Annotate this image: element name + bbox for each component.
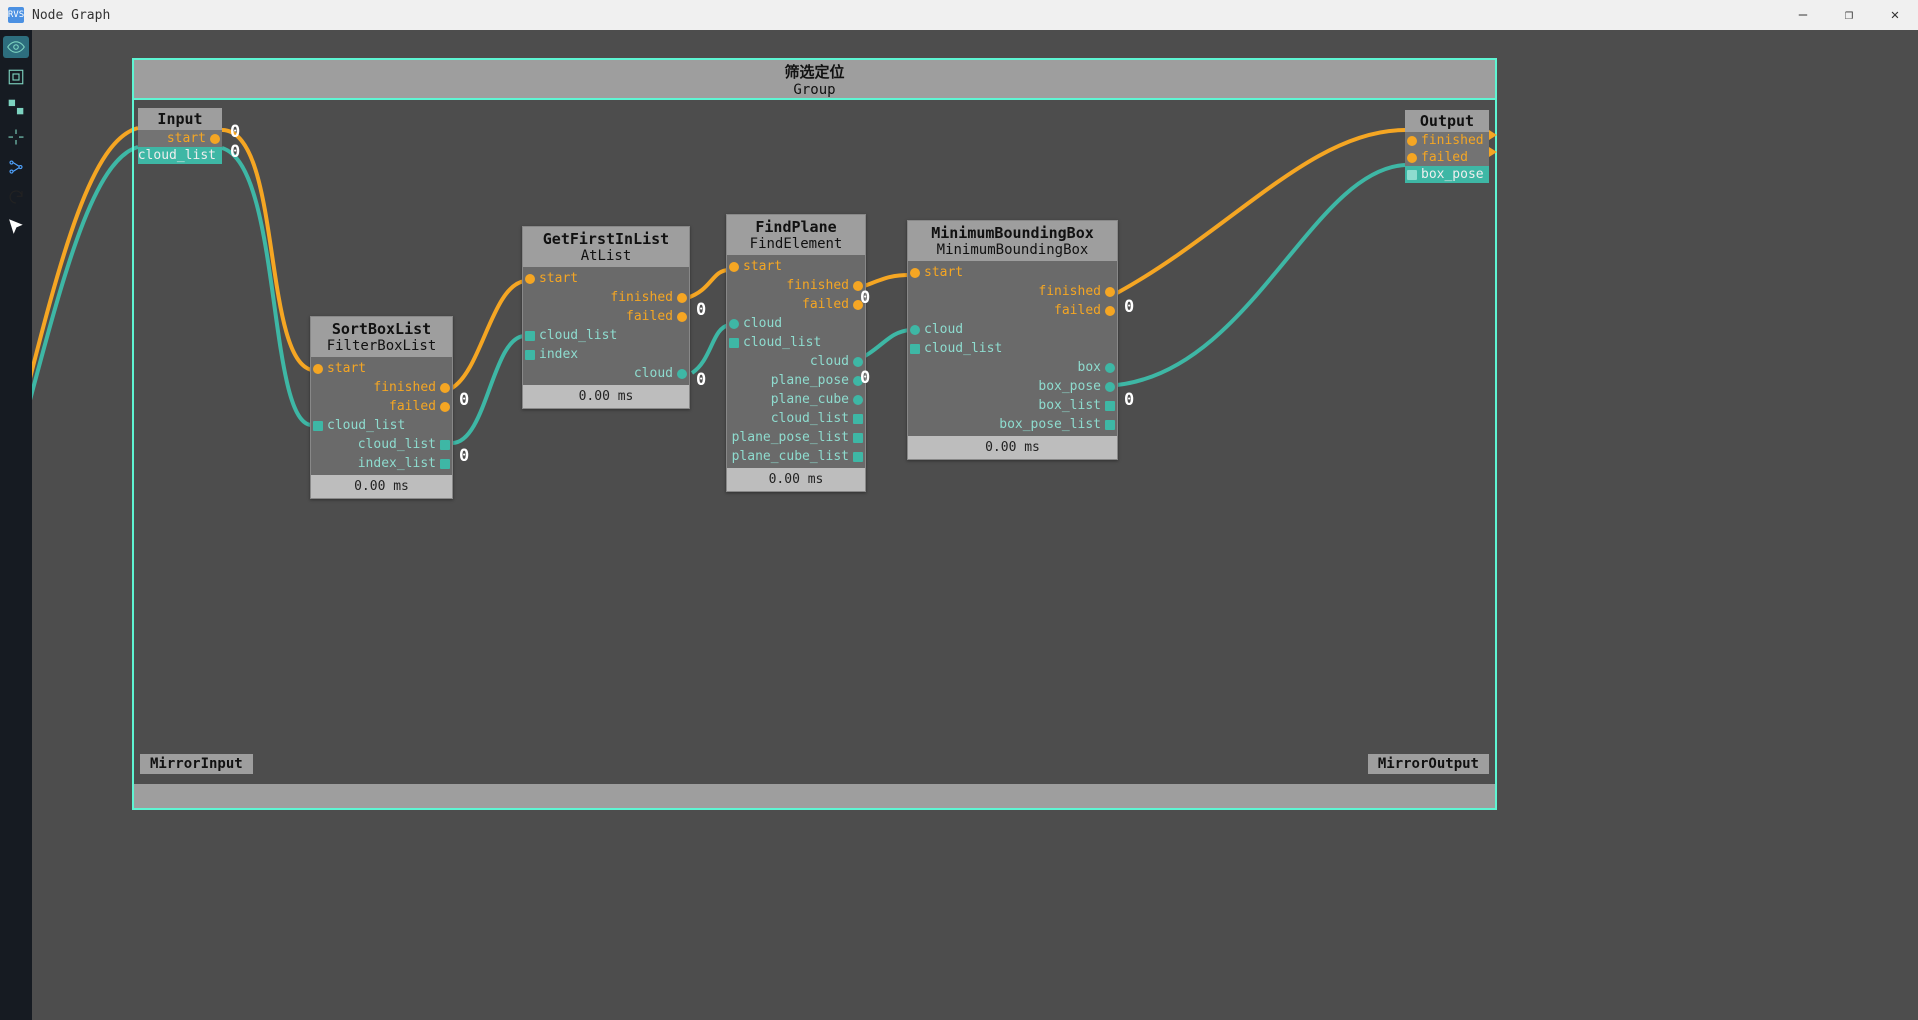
node-canvas[interactable]: 筛选定位 Group MirrorInput MirrorOutput Inpu… bbox=[32, 30, 1918, 1020]
node-subtitle: FindElement bbox=[735, 236, 857, 252]
group-subtitle: Group bbox=[793, 82, 835, 98]
node-subtitle: AtList bbox=[531, 248, 681, 264]
port-failed[interactable]: failed bbox=[727, 295, 865, 314]
port-box-pose-list[interactable]: box_pose_list bbox=[908, 415, 1117, 434]
port-start[interactable]: start bbox=[523, 269, 689, 288]
input-port-start[interactable]: start bbox=[138, 130, 222, 147]
port-cloud-list-out[interactable]: cloud_list bbox=[311, 435, 452, 454]
node-title: FindPlane bbox=[735, 218, 857, 236]
node-timing: 0.00 ms bbox=[523, 385, 689, 408]
input-node[interactable]: Input start cloud_list bbox=[138, 108, 222, 164]
port-cloud-list-in[interactable]: cloud_list bbox=[908, 339, 1117, 358]
node-timing: 0.00 ms bbox=[908, 436, 1117, 459]
port-plane-pose[interactable]: plane_pose bbox=[727, 371, 865, 390]
window-minimize-button[interactable]: — bbox=[1780, 0, 1826, 30]
refresh-icon[interactable] bbox=[5, 186, 27, 208]
port-cloud-out[interactable]: cloud bbox=[727, 352, 865, 371]
badge-zero: 0 bbox=[1124, 297, 1134, 317]
output-port-finished[interactable]: finished bbox=[1405, 132, 1489, 149]
node-timing: 0.00 ms bbox=[727, 468, 865, 491]
badge-zero: 0 bbox=[860, 288, 870, 308]
sortboxlist-node[interactable]: SortBoxList FilterBoxList start finished… bbox=[310, 316, 453, 499]
window-maximize-button[interactable]: ❐ bbox=[1826, 0, 1872, 30]
center-icon[interactable] bbox=[5, 126, 27, 148]
badge-zero: 0 bbox=[696, 300, 706, 320]
node-subtitle: FilterBoxList bbox=[319, 338, 444, 354]
node-timing: 0.00 ms bbox=[311, 475, 452, 498]
minimumboundingbox-node[interactable]: MinimumBoundingBox MinimumBoundingBox st… bbox=[907, 220, 1118, 460]
port-finished[interactable]: finished bbox=[908, 282, 1117, 301]
port-cloud-list[interactable]: cloud_list bbox=[523, 326, 689, 345]
port-start[interactable]: start bbox=[727, 257, 865, 276]
port-cloud-list-out[interactable]: cloud_list bbox=[727, 409, 865, 428]
window-title: Node Graph bbox=[32, 8, 110, 23]
badge-zero: 0 bbox=[230, 122, 240, 142]
port-start[interactable]: start bbox=[311, 359, 452, 378]
exec-arrow-icon bbox=[1489, 147, 1497, 157]
group-footer bbox=[134, 784, 1495, 808]
badge-zero: 0 bbox=[230, 142, 240, 162]
port-plane-cube-list[interactable]: plane_cube_list bbox=[727, 447, 865, 466]
port-finished[interactable]: finished bbox=[523, 288, 689, 307]
port-failed[interactable]: failed bbox=[311, 397, 452, 416]
mirror-input-label[interactable]: MirrorInput bbox=[140, 754, 253, 774]
getfirstinlist-node[interactable]: GetFirstInList AtList start finished fai… bbox=[522, 226, 690, 409]
frame-icon[interactable] bbox=[5, 66, 27, 88]
badge-zero: 0 bbox=[1124, 390, 1134, 410]
badge-zero: 0 bbox=[860, 368, 870, 388]
port-box-pose[interactable]: box_pose bbox=[908, 377, 1117, 396]
badge-zero: 0 bbox=[459, 446, 469, 466]
mirror-output-label[interactable]: MirrorOutput bbox=[1368, 754, 1489, 774]
input-title: Input bbox=[138, 108, 222, 130]
port-box-list[interactable]: box_list bbox=[908, 396, 1117, 415]
exec-arrow-icon bbox=[1489, 130, 1497, 140]
port-failed[interactable]: failed bbox=[523, 307, 689, 326]
node-subtitle: MinimumBoundingBox bbox=[916, 242, 1109, 258]
toolbar bbox=[0, 30, 32, 1020]
port-cloud-list-in[interactable]: cloud_list bbox=[727, 333, 865, 352]
port-index[interactable]: index bbox=[523, 345, 689, 364]
port-plane-pose-list[interactable]: plane_pose_list bbox=[727, 428, 865, 447]
group-title: 筛选定位 bbox=[784, 61, 844, 82]
output-node[interactable]: Output finished failed box_pose bbox=[1405, 110, 1489, 183]
node-title: MinimumBoundingBox bbox=[916, 224, 1109, 242]
nodes-icon[interactable] bbox=[5, 96, 27, 118]
badge-zero: 0 bbox=[459, 390, 469, 410]
port-plane-cube[interactable]: plane_cube bbox=[727, 390, 865, 409]
output-title: Output bbox=[1405, 110, 1489, 132]
port-cloud-list-in[interactable]: cloud_list bbox=[311, 416, 452, 435]
output-port-box-pose[interactable]: box_pose bbox=[1405, 166, 1489, 183]
node-title: SortBoxList bbox=[319, 320, 444, 338]
port-start[interactable]: start bbox=[908, 263, 1117, 282]
port-finished[interactable]: finished bbox=[311, 378, 452, 397]
port-finished[interactable]: finished bbox=[727, 276, 865, 295]
node-title: GetFirstInList bbox=[531, 230, 681, 248]
window-titlebar: RVS Node Graph — ❐ ✕ bbox=[0, 0, 1918, 30]
badge-zero: 0 bbox=[696, 370, 706, 390]
cursor-icon[interactable] bbox=[5, 216, 27, 238]
port-failed[interactable]: failed bbox=[908, 301, 1117, 320]
port-cloud-in[interactable]: cloud bbox=[908, 320, 1117, 339]
connections-icon[interactable] bbox=[5, 156, 27, 178]
port-cloud-in[interactable]: cloud bbox=[727, 314, 865, 333]
visibility-toggle-icon[interactable] bbox=[3, 36, 29, 58]
app-icon: RVS bbox=[8, 7, 24, 23]
output-port-failed[interactable]: failed bbox=[1405, 149, 1489, 166]
port-cloud[interactable]: cloud bbox=[523, 364, 689, 383]
input-port-cloud-list[interactable]: cloud_list bbox=[138, 147, 222, 164]
port-index-list[interactable]: index_list bbox=[311, 454, 452, 473]
window-close-button[interactable]: ✕ bbox=[1872, 0, 1918, 30]
findplane-node[interactable]: FindPlane FindElement start finished fai… bbox=[726, 214, 866, 492]
group-header[interactable]: 筛选定位 Group bbox=[134, 60, 1495, 100]
port-box[interactable]: box bbox=[908, 358, 1117, 377]
